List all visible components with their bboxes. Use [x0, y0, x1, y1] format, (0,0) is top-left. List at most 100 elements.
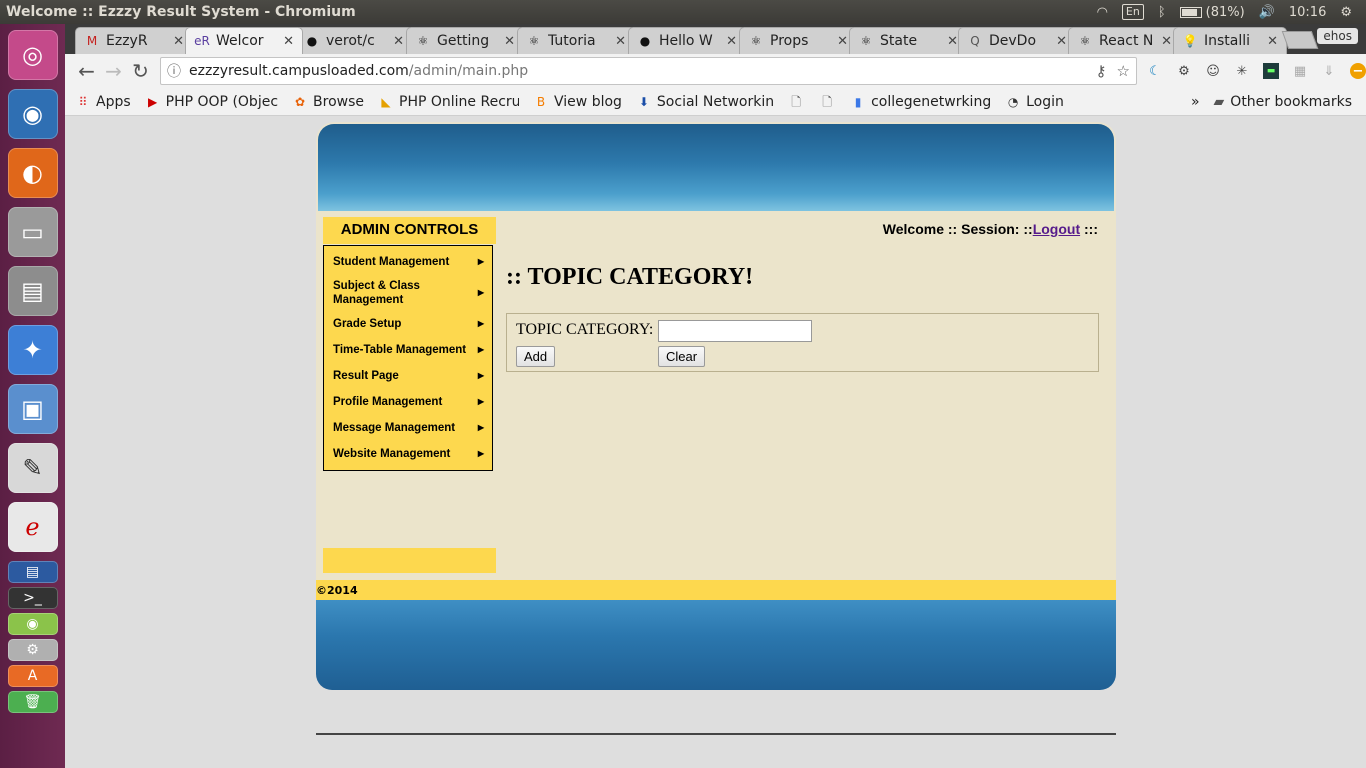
admin-menu-item-label: Result Page [333, 370, 399, 382]
admin-menu-item[interactable]: Student Management ▶ [324, 249, 492, 275]
add-button[interactable]: Add [516, 346, 556, 367]
blogger-icon: B [536, 94, 546, 109]
bookmark-item[interactable]: 🗋 [819, 94, 840, 110]
disk-icon[interactable]: ▭ [7, 207, 58, 257]
tab-strip: M EzzyR ✕ eR Welcor ✕ ● verot/c ✕ ⚛ Getting ✕ ⚛ Tutor… [65, 24, 1366, 54]
extension-bug-icon[interactable]: ✳ [1234, 63, 1250, 79]
browser-tab[interactable]: ⚛ State ✕ [849, 27, 967, 54]
submenu-arrow-icon: ▶ [477, 288, 484, 297]
submenu-arrow-icon: ▶ [477, 423, 484, 432]
extension-download-icon[interactable]: ⇓ [1321, 63, 1337, 79]
browser-tab[interactable]: ⚛ Tutoria ✕ [517, 27, 635, 54]
logout-link[interactable]: Logout [1033, 221, 1080, 237]
tab-close-icon[interactable]: ✕ [393, 34, 404, 49]
bookmark-star-icon[interactable]: ☆ [1117, 62, 1130, 80]
tab-close-icon[interactable]: ✕ [1056, 34, 1067, 49]
tab-close-icon[interactable]: ✕ [947, 34, 958, 49]
tab-close-icon[interactable]: ✕ [504, 34, 515, 49]
pdf-reader-icon[interactable]: ℯ [7, 502, 58, 552]
volume-icon[interactable]: 🔊 [1259, 5, 1275, 20]
admin-menu-item[interactable]: Time-Table Management ▶ [324, 337, 492, 363]
bookmark-item[interactable]: B View blog [533, 94, 622, 110]
settings-gear-icon[interactable]: ⚙ [1340, 5, 1352, 20]
files-icon[interactable]: ▤ [7, 266, 58, 316]
react-icon: ⚛ [750, 34, 762, 48]
bluetooth-icon[interactable]: ᛒ [1158, 5, 1166, 20]
browser-tab[interactable]: Q DevDo ✕ [958, 27, 1076, 54]
extension-grid-icon[interactable]: ▦ [1292, 63, 1308, 79]
admin-menu-item[interactable]: Grade Setup ▶ [324, 311, 492, 337]
admin-controls-title: ADMIN CONTROLS [323, 217, 496, 244]
terminal-icon[interactable]: >_ [7, 587, 58, 609]
footer-banner [316, 600, 1116, 690]
browser-tab[interactable]: 💡 Installi ✕ [1173, 27, 1287, 54]
page-icon: 🗋 [822, 94, 832, 109]
admin-menu-item[interactable]: Website Management ▶ [324, 441, 492, 467]
bookmark-item[interactable]: ▮ collegenetwrking [850, 94, 991, 110]
keyboard-language-indicator[interactable]: En [1121, 4, 1144, 20]
submenu-arrow-icon: ▶ [477, 345, 484, 354]
other-bookmarks[interactable]: ▰ Other bookmarks [1214, 94, 1352, 110]
browser-tab[interactable]: M EzzyR ✕ [75, 27, 193, 54]
info-icon[interactable]: ⓘ [167, 61, 181, 81]
tab-close-icon[interactable]: ✕ [173, 34, 184, 49]
text-editor-icon[interactable]: ✎ [7, 443, 58, 493]
trash-icon[interactable]: 🗑 [7, 691, 58, 713]
tab-label: EzzyR [106, 33, 148, 49]
admin-menu-item[interactable]: Profile Management ▶ [324, 389, 492, 415]
browser-tab[interactable]: ● Hello W ✕ [628, 27, 746, 54]
forward-button[interactable]: → [100, 57, 127, 85]
welcome-text: Welcome :: Session: :: [882, 221, 1033, 237]
extension-gear-icon[interactable]: ⚙ [1176, 63, 1192, 79]
extension-terminal-icon[interactable]: ▬ [1263, 63, 1279, 79]
tab-close-icon[interactable]: ✕ [283, 34, 294, 49]
battery-indicator[interactable]: (81%) [1179, 5, 1245, 20]
admin-menu-item[interactable]: Result Page ▶ [324, 363, 492, 389]
virtualbox-icon[interactable]: ▣ [7, 384, 58, 434]
firefox-icon[interactable]: ◐ [7, 148, 58, 198]
address-bar[interactable]: ⓘ ezzzyresult.campusloaded.com /admin/ma… [160, 57, 1137, 85]
system-settings-icon[interactable]: ⚙ [7, 639, 58, 661]
browser-tab[interactable]: ⚛ React N ✕ [1068, 27, 1181, 54]
bookmarks-overflow-chevron[interactable]: » [1191, 94, 1200, 110]
browser-tab[interactable]: eR Welcor ✕ [185, 27, 303, 54]
browser-tab[interactable]: ⚛ Getting ✕ [406, 27, 524, 54]
reload-button[interactable]: ↻ [127, 57, 154, 85]
clear-button[interactable]: Clear [658, 346, 706, 367]
tab-close-icon[interactable]: ✕ [726, 34, 737, 49]
bookmark-item[interactable]: ▶ PHP OOP (Objec [145, 94, 278, 110]
back-button[interactable]: ← [73, 57, 100, 85]
wifi-icon[interactable]: ◠ [1097, 5, 1108, 20]
admin-menu-item[interactable]: Message Management ▶ [324, 415, 492, 441]
software-center-icon[interactable]: A [7, 665, 58, 687]
bookmark-item[interactable]: ◣ PHP Online Recru [378, 94, 519, 110]
topic-category-form: TOPIC CATEGORY: Add Clear [506, 313, 1099, 372]
bookmark-item[interactable]: ✿ Browse [292, 94, 364, 110]
admin-menu-item-label: Message Management [333, 422, 456, 434]
tab-close-icon[interactable]: ✕ [615, 34, 626, 49]
extension-minus-icon[interactable]: − [1350, 63, 1366, 79]
ubuntu-dash-icon[interactable]: ◎ [7, 30, 58, 80]
network-tool-icon[interactable]: ✦ [7, 325, 58, 375]
profile-button[interactable]: ehos [1317, 28, 1358, 44]
browser-tab[interactable]: ⚛ Props ✕ [739, 27, 857, 54]
impress-icon[interactable]: ▤ [7, 561, 58, 583]
topic-category-input[interactable] [658, 320, 812, 342]
key-icon[interactable]: ⚷ [1096, 62, 1107, 80]
bookmark-item[interactable]: ⬇ Social Networkin [636, 94, 774, 110]
bookmark-item[interactable]: 🗋 [788, 94, 809, 110]
bookmark-item[interactable]: ⠿ Apps [75, 94, 131, 110]
android-studio-icon[interactable]: ◉ [7, 613, 58, 635]
tab-close-icon[interactable]: ✕ [1161, 34, 1172, 49]
chromium-icon[interactable]: ◉ [7, 89, 58, 139]
extension-robot-icon[interactable]: ☺ [1205, 63, 1221, 79]
extension-c-icon[interactable]: ☾ [1147, 63, 1163, 79]
new-tab-button[interactable] [1281, 31, 1319, 49]
tab-close-icon[interactable]: ✕ [1267, 34, 1278, 49]
browser-tab[interactable]: ● verot/c ✕ [295, 27, 413, 54]
clock[interactable]: 10:16 [1289, 5, 1326, 20]
bookmark-item[interactable]: ◔ Login [1005, 94, 1064, 110]
admin-menu-item-label: Time-Table Management [333, 344, 467, 356]
tab-close-icon[interactable]: ✕ [837, 34, 848, 49]
admin-menu-item[interactable]: Subject & Class Management ▶ [324, 275, 492, 311]
